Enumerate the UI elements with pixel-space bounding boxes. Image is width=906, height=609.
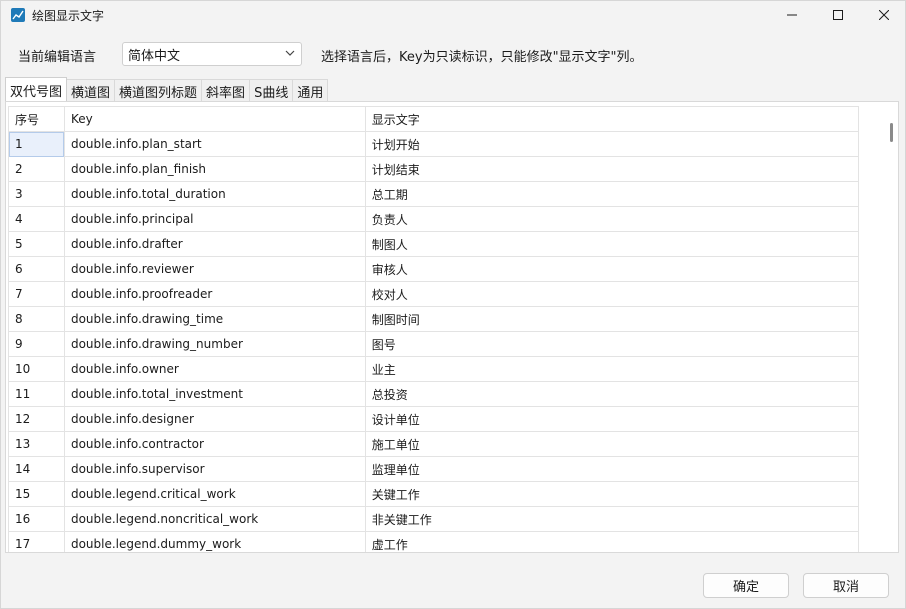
language-hint: 选择语言后，Key为只读标识，只能修改"显示文字"列。 bbox=[321, 50, 643, 65]
cell-display-text[interactable]: 审核人 bbox=[364, 256, 860, 282]
tab-general[interactable]: 通用 bbox=[292, 79, 329, 101]
cell-display-text[interactable]: 计划结束 bbox=[364, 156, 860, 182]
cell-key: double.legend.critical_work bbox=[63, 481, 366, 507]
cell-index: 9 bbox=[8, 331, 65, 357]
cell-key: double.info.drawing_number bbox=[63, 331, 366, 357]
cell-key: double.legend.noncritical_work bbox=[63, 506, 366, 532]
cell-index: 5 bbox=[8, 231, 65, 257]
column-header-index[interactable]: 序号 bbox=[8, 106, 65, 132]
tab-slope[interactable]: 斜率图 bbox=[201, 79, 251, 101]
table-row[interactable]: 10 double.info.owner 业主 bbox=[8, 356, 860, 382]
cell-index: 3 bbox=[8, 181, 65, 207]
close-button[interactable] bbox=[861, 1, 906, 29]
table-row[interactable]: 14 double.info.supervisor 监理单位 bbox=[8, 456, 860, 482]
cell-index: 10 bbox=[8, 356, 65, 382]
cell-display-text[interactable]: 业主 bbox=[364, 356, 860, 382]
close-icon bbox=[879, 10, 889, 20]
cell-index: 14 bbox=[8, 456, 65, 482]
table-row[interactable]: 7 double.info.proofreader 校对人 bbox=[8, 281, 860, 307]
cell-key: double.info.principal bbox=[63, 206, 366, 232]
column-header-key[interactable]: Key bbox=[63, 106, 366, 132]
cell-display-text[interactable]: 设计单位 bbox=[364, 406, 860, 432]
cell-display-text[interactable]: 虚工作 bbox=[364, 531, 860, 552]
table-row[interactable]: 4 double.info.principal 负责人 bbox=[8, 206, 860, 232]
tab-s-curve[interactable]: S曲线 bbox=[249, 79, 294, 101]
text-table: 序号 Key 显示文字 1 double.info.plan_start 计划开始 2… bbox=[8, 106, 860, 552]
cell-index: 11 bbox=[8, 381, 65, 407]
table-row[interactable]: 9 double.info.drawing_number 图号 bbox=[8, 331, 860, 357]
cell-index: 6 bbox=[8, 256, 65, 282]
tab-gantt[interactable]: 横道图 bbox=[66, 79, 116, 101]
title-bar: 绘图显示文字 bbox=[1, 1, 905, 29]
cell-display-text[interactable]: 校对人 bbox=[364, 281, 860, 307]
language-select[interactable]: 简体中文 bbox=[122, 42, 302, 66]
chart-line-icon bbox=[11, 8, 25, 22]
maximize-button[interactable] bbox=[815, 1, 861, 29]
table-row[interactable]: 12 double.info.designer 设计单位 bbox=[8, 406, 860, 432]
cell-key: double.info.designer bbox=[63, 406, 366, 432]
cell-key: double.info.plan_finish bbox=[63, 156, 366, 182]
cell-index: 8 bbox=[8, 306, 65, 332]
cell-key: double.legend.dummy_work bbox=[63, 531, 366, 552]
table-row[interactable]: 6 double.info.reviewer 审核人 bbox=[8, 256, 860, 282]
ok-button[interactable]: 确定 bbox=[703, 573, 789, 598]
cell-index: 12 bbox=[8, 406, 65, 432]
minimize-button[interactable] bbox=[769, 1, 815, 29]
table-row[interactable]: 1 double.info.plan_start 计划开始 bbox=[8, 131, 860, 157]
table-row[interactable]: 5 double.info.drafter 制图人 bbox=[8, 231, 860, 257]
cell-key: double.info.drawing_time bbox=[63, 306, 366, 332]
cell-index: 17 bbox=[8, 531, 65, 552]
cell-key: double.info.contractor bbox=[63, 431, 366, 457]
cell-index: 2 bbox=[8, 156, 65, 182]
cell-display-text[interactable]: 制图人 bbox=[364, 231, 860, 257]
cancel-button[interactable]: 取消 bbox=[803, 573, 889, 598]
table-row[interactable]: 17 double.legend.dummy_work 虚工作 bbox=[8, 531, 860, 552]
tab-bar: 双代号图 横道图 横道图列标题 斜率图 S曲线 通用 bbox=[5, 77, 329, 101]
cell-key: double.info.total_investment bbox=[63, 381, 366, 407]
cell-key: double.info.total_duration bbox=[63, 181, 366, 207]
cell-index: 13 bbox=[8, 431, 65, 457]
cell-index: 7 bbox=[8, 281, 65, 307]
tab-gantt-column-titles[interactable]: 横道图列标题 bbox=[114, 79, 203, 101]
chevron-down-icon bbox=[285, 50, 295, 56]
table-row[interactable]: 8 double.info.drawing_time 制图时间 bbox=[8, 306, 860, 332]
cell-key: double.info.proofreader bbox=[63, 281, 366, 307]
table-row[interactable]: 11 double.info.total_investment 总投资 bbox=[8, 381, 860, 407]
cell-key: double.info.plan_start bbox=[63, 131, 366, 157]
tab-double-code[interactable]: 双代号图 bbox=[5, 77, 68, 101]
table-row[interactable]: 16 double.legend.noncritical_work 非关键工作 bbox=[8, 506, 860, 532]
language-label: 当前编辑语言 bbox=[18, 50, 97, 65]
cell-display-text[interactable]: 制图时间 bbox=[364, 306, 860, 332]
table-header-row: 序号 Key 显示文字 bbox=[8, 106, 860, 132]
cell-display-text[interactable]: 负责人 bbox=[364, 206, 860, 232]
cell-index: 4 bbox=[8, 206, 65, 232]
language-select-value: 简体中文 bbox=[128, 49, 181, 64]
cell-index: 1 bbox=[8, 131, 65, 157]
cell-display-text[interactable]: 图号 bbox=[364, 331, 860, 357]
cell-display-text[interactable]: 关键工作 bbox=[364, 481, 860, 507]
cell-display-text[interactable]: 计划开始 bbox=[364, 131, 860, 157]
table-row[interactable]: 15 double.legend.critical_work 关键工作 bbox=[8, 481, 860, 507]
cell-index: 15 bbox=[8, 481, 65, 507]
window-title: 绘图显示文字 bbox=[32, 9, 105, 23]
cell-key: double.info.reviewer bbox=[63, 256, 366, 282]
cell-display-text[interactable]: 总投资 bbox=[364, 381, 860, 407]
cell-display-text[interactable]: 监理单位 bbox=[364, 456, 860, 482]
table-row[interactable]: 3 double.info.total_duration 总工期 bbox=[8, 181, 860, 207]
vertical-scrollbar-thumb[interactable] bbox=[890, 123, 893, 142]
table-panel: 序号 Key 显示文字 1 double.info.plan_start 计划开始 2… bbox=[5, 101, 899, 553]
column-header-display-text[interactable]: 显示文字 bbox=[364, 106, 860, 132]
cell-display-text[interactable]: 施工单位 bbox=[364, 431, 860, 457]
table-row[interactable]: 2 double.info.plan_finish 计划结束 bbox=[8, 156, 860, 182]
minimize-icon bbox=[787, 14, 797, 16]
cell-key: double.info.supervisor bbox=[63, 456, 366, 482]
table-row[interactable]: 13 double.info.contractor 施工单位 bbox=[8, 431, 860, 457]
dialog-window: 绘图显示文字 当前编辑语言 简体中文 选择语言后，Key为只读标识，只能修改"显… bbox=[0, 0, 906, 609]
maximize-icon bbox=[833, 10, 843, 20]
cell-key: double.info.owner bbox=[63, 356, 366, 382]
cell-index: 16 bbox=[8, 506, 65, 532]
cell-display-text[interactable]: 非关键工作 bbox=[364, 506, 860, 532]
cell-key: double.info.drafter bbox=[63, 231, 366, 257]
cell-display-text[interactable]: 总工期 bbox=[364, 181, 860, 207]
